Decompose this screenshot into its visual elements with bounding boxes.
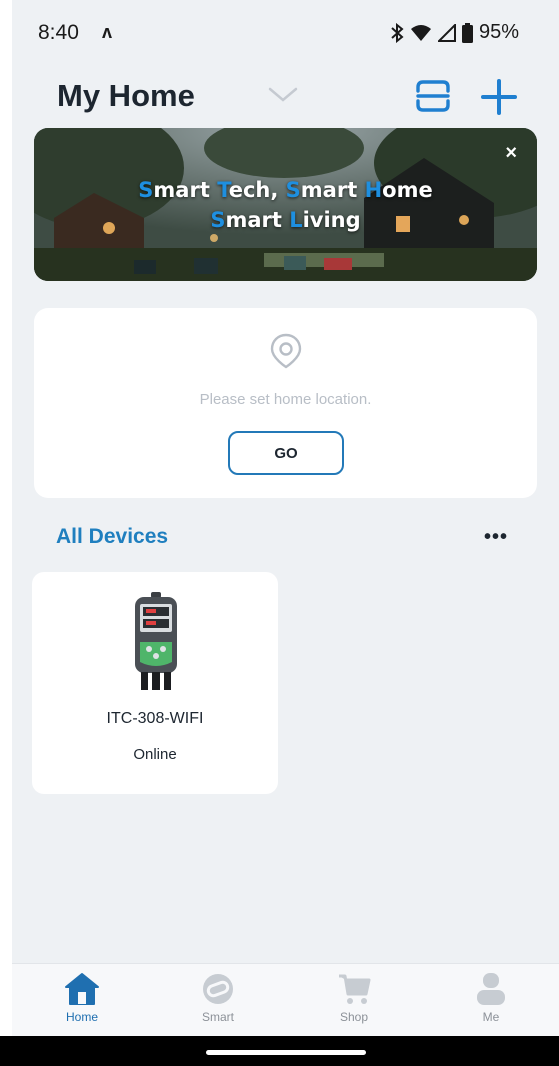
status-bar: 8:40 ʌ 95% bbox=[12, 0, 559, 62]
chevron-down-icon[interactable] bbox=[268, 86, 298, 109]
nav-tab-home[interactable]: Home bbox=[37, 972, 127, 1024]
scan-icon[interactable] bbox=[416, 80, 450, 112]
plus-icon[interactable] bbox=[480, 78, 518, 116]
location-card: Please set home location. GO bbox=[34, 308, 537, 498]
nav-label-me: Me bbox=[482, 1010, 500, 1024]
cart-icon bbox=[309, 972, 399, 1006]
status-time: 8:40 bbox=[38, 21, 79, 44]
battery-icon bbox=[461, 22, 473, 43]
banner-highlight-letter: H bbox=[364, 178, 383, 202]
location-message: Please set home location. bbox=[199, 391, 372, 408]
banner-text-segment: mart bbox=[300, 178, 365, 202]
device-name: ITC-308-WIFI bbox=[106, 710, 204, 727]
device-status: Online bbox=[133, 746, 177, 763]
all-devices-heading[interactable]: All Devices bbox=[56, 525, 168, 549]
more-options-icon[interactable]: ••• bbox=[484, 526, 508, 549]
nav-label-shop: Shop bbox=[339, 1010, 369, 1024]
nav-label-smart: Smart bbox=[201, 1010, 234, 1024]
banner-photo bbox=[34, 128, 537, 281]
banner-highlight-letter: S bbox=[210, 208, 226, 232]
thermostat-controller-image bbox=[132, 592, 180, 697]
nav-tab-me[interactable]: Me bbox=[446, 972, 536, 1024]
smart-icon bbox=[173, 972, 263, 1006]
banner-text-segment: ech, bbox=[228, 178, 286, 202]
banner-headline-line2: Smart Living bbox=[34, 208, 537, 232]
banner-headline-line1: Smart Tech, Smart Home bbox=[34, 178, 537, 202]
bottom-navigation: Home Smart Shop Me bbox=[12, 963, 559, 1036]
battery-percent: 95% bbox=[478, 21, 519, 43]
home-indicator[interactable] bbox=[206, 1050, 366, 1055]
banner-highlight-letter: S bbox=[138, 178, 154, 202]
notification-icon: ʌ bbox=[102, 22, 113, 42]
system-navigation-bar bbox=[0, 1036, 559, 1066]
go-button[interactable]: GO bbox=[228, 431, 344, 475]
banner-text-segment: iving bbox=[302, 208, 361, 232]
banner-close-button[interactable]: × bbox=[505, 142, 517, 165]
home-title[interactable]: My Home bbox=[57, 78, 195, 114]
home-icon bbox=[37, 972, 127, 1006]
device-card[interactable]: ITC-308-WIFI Online bbox=[32, 572, 278, 794]
status-icons: 95% bbox=[390, 21, 519, 44]
nav-label-home: Home bbox=[65, 1010, 98, 1024]
signal-icon bbox=[437, 23, 456, 42]
promo-banner[interactable]: Smart Tech, Smart Home Smart Living × bbox=[34, 128, 537, 281]
banner-highlight-letter: S bbox=[285, 178, 301, 202]
nav-tab-smart[interactable]: Smart bbox=[173, 972, 263, 1024]
banner-highlight-letter: L bbox=[289, 208, 303, 232]
location-pin-icon bbox=[267, 332, 305, 375]
banner-text-segment: ome bbox=[382, 178, 433, 202]
nav-tab-shop[interactable]: Shop bbox=[309, 972, 399, 1024]
banner-text-segment: mart bbox=[225, 208, 290, 232]
person-icon bbox=[446, 972, 536, 1006]
bluetooth-icon bbox=[390, 22, 404, 43]
banner-text-segment: mart bbox=[153, 178, 218, 202]
app-screen: 8:40 ʌ 95% My Home Smart Tech, Smart Hom… bbox=[12, 0, 559, 1066]
banner-highlight-letter: T bbox=[217, 178, 229, 202]
wifi-icon bbox=[410, 24, 432, 42]
